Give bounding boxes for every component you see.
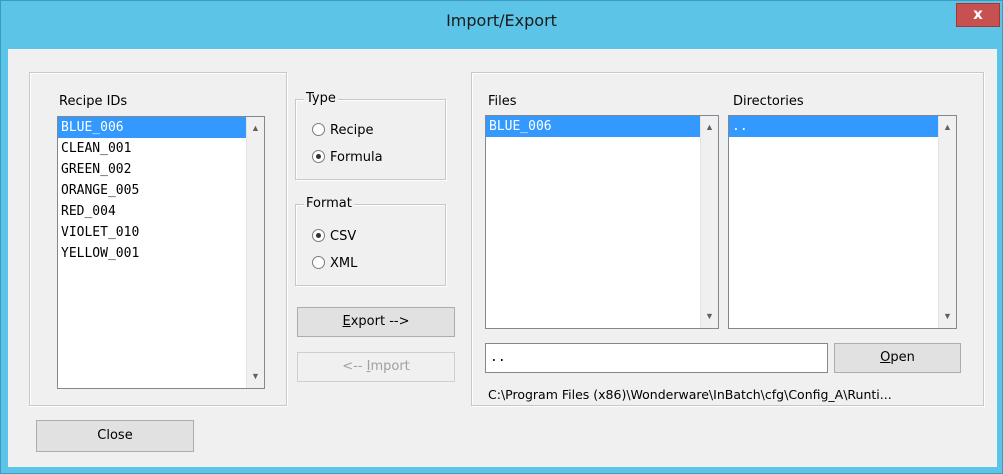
radio-csv-label: CSV	[330, 229, 357, 244]
scroll-up-icon[interactable]: ▲	[939, 119, 956, 136]
directory-item[interactable]: ..	[729, 116, 956, 137]
radio-recipe-label: Recipe	[330, 123, 374, 138]
file-item[interactable]: BLUE_006	[486, 116, 718, 137]
path-input[interactable]: ..	[485, 343, 828, 373]
dialog-client-area: Recipe IDs BLUE_006 CLEAN_001 GREEN_002 ORA…	[8, 49, 997, 467]
recipe-ids-scrollbar[interactable]: ▲ ▼	[246, 117, 264, 388]
directories-scrollbar[interactable]: ▲ ▼	[938, 116, 956, 328]
recipe-id-item[interactable]: CLEAN_001	[58, 138, 264, 159]
format-group: Format	[295, 196, 446, 286]
files-scrollbar[interactable]: ▲ ▼	[700, 116, 718, 328]
type-group: Type	[295, 91, 446, 180]
close-window-button[interactable]: x	[956, 3, 1000, 27]
radio-formula-label: Formula	[330, 150, 383, 165]
files-items: BLUE_006	[486, 116, 718, 137]
radio-recipe[interactable]: Recipe	[312, 123, 373, 138]
open-accel: O	[880, 350, 891, 365]
recipe-id-item[interactable]: RED_004	[58, 201, 264, 222]
radio-formula[interactable]: Formula	[312, 150, 383, 165]
import-export-window: Import/Export x Recipe IDs BLUE_006 CLEAN…	[0, 0, 1003, 474]
recipe-ids-label: Recipe IDs	[59, 94, 128, 109]
scroll-down-icon[interactable]: ▼	[701, 308, 718, 325]
open-label: pen	[890, 350, 915, 365]
open-button[interactable]: Open	[834, 343, 961, 373]
import-prefix: <--	[342, 359, 367, 374]
recipe-id-item[interactable]: VIOLET_010	[58, 222, 264, 243]
type-group-title: Type	[304, 91, 338, 106]
directories-items: ..	[729, 116, 956, 137]
radio-csv[interactable]: CSV	[312, 229, 356, 244]
recipe-ids-list[interactable]: BLUE_006 CLEAN_001 GREEN_002 ORANGE_005 RED_…	[57, 116, 265, 389]
recipe-id-item[interactable]: GREEN_002	[58, 159, 264, 180]
export-accel: E	[342, 314, 351, 329]
scroll-down-icon[interactable]: ▼	[939, 308, 956, 325]
recipe-id-item[interactable]: ORANGE_005	[58, 180, 264, 201]
recipe-id-item[interactable]: BLUE_006	[58, 117, 264, 138]
scroll-up-icon[interactable]: ▲	[247, 120, 264, 137]
scroll-down-icon[interactable]: ▼	[247, 368, 264, 385]
radio-xml-label: XML	[330, 256, 358, 271]
radio-formula-indicator	[312, 150, 325, 163]
export-button[interactable]: Export -->	[297, 307, 455, 337]
files-list[interactable]: BLUE_006 ▲ ▼	[485, 115, 719, 329]
title-bar[interactable]: Import/Export x	[1, 1, 1002, 41]
directories-list[interactable]: .. ▲ ▼	[728, 115, 957, 329]
radio-recipe-indicator	[312, 123, 325, 136]
radio-xml[interactable]: XML	[312, 256, 357, 271]
radio-xml-indicator	[312, 256, 325, 269]
directories-label: Directories	[733, 94, 804, 109]
scroll-up-icon[interactable]: ▲	[701, 119, 718, 136]
current-directory-path: C:\Program Files (x86)\Wonderware\InBatc…	[488, 387, 892, 402]
close-button[interactable]: Close	[36, 420, 194, 452]
recipe-ids-items: BLUE_006 CLEAN_001 GREEN_002 ORANGE_005 RED_…	[58, 117, 264, 264]
format-group-title: Format	[304, 196, 354, 211]
recipe-id-item[interactable]: YELLOW_001	[58, 243, 264, 264]
files-label: Files	[488, 94, 517, 109]
radio-csv-indicator	[312, 229, 325, 242]
window-title: Import/Export	[446, 11, 557, 30]
import-label: mport	[370, 359, 410, 374]
import-button[interactable]: <-- Import	[297, 352, 455, 382]
export-label: xport -->	[350, 314, 410, 329]
